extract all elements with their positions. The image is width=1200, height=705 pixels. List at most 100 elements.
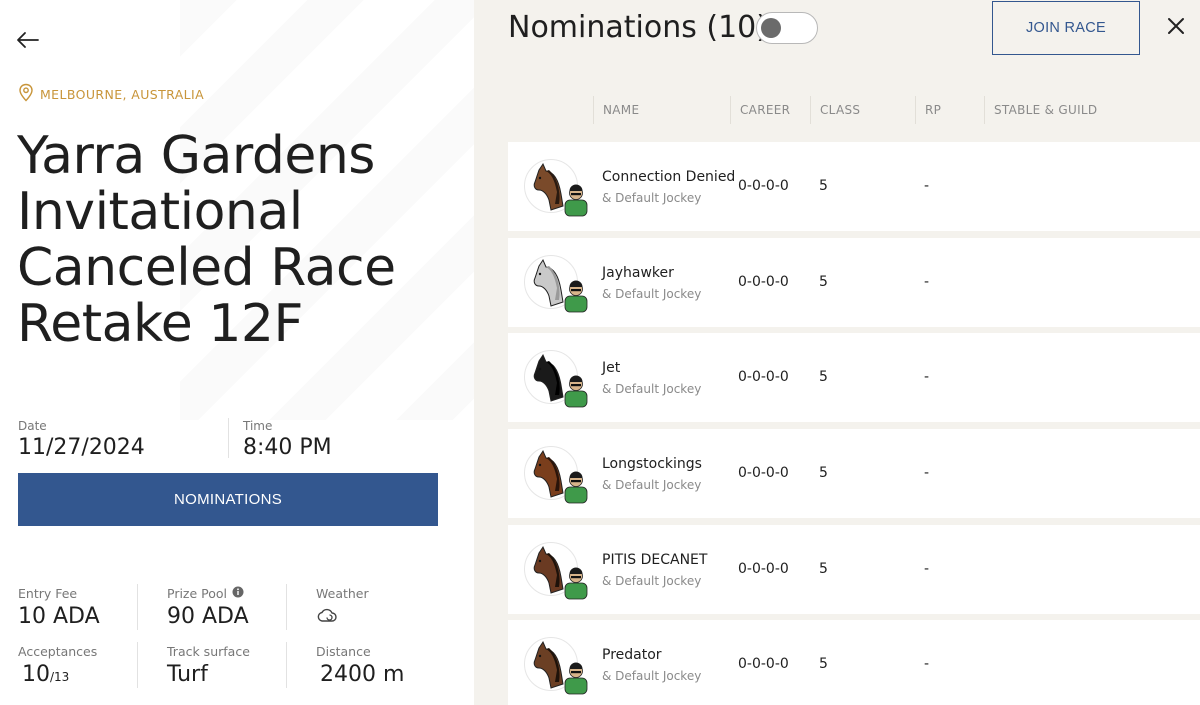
jockey-icon: [564, 471, 588, 504]
acceptances-max: /13: [50, 670, 70, 684]
column-header-name: NAME: [603, 103, 640, 117]
divider: [286, 584, 287, 630]
nomination-row[interactable]: Jayhawker & Default Jockey 0-0-0-0 5 -: [508, 238, 1200, 327]
jockey-icon: [564, 375, 588, 408]
entry-fee-value: 10 ADA: [18, 604, 100, 629]
horse-name[interactable]: Predator: [602, 647, 662, 663]
race-title: Yarra Gardens Invitational Canceled Race…: [17, 126, 396, 354]
toggle-knob: [761, 18, 781, 38]
career-record: 0-0-0-0: [738, 656, 789, 672]
horse-name[interactable]: Longstockings: [602, 456, 702, 472]
horse-class: 5: [819, 656, 828, 672]
back-arrow-icon[interactable]: [14, 28, 42, 52]
horse-class: 5: [819, 274, 828, 290]
distance-value: 2400 m: [320, 662, 405, 687]
join-race-button[interactable]: JOIN RACE: [992, 1, 1140, 55]
jockey-icon: [564, 280, 588, 313]
horse-avatar: [524, 637, 588, 695]
rating-points: -: [924, 465, 930, 481]
distance-label: Distance: [316, 644, 371, 659]
horse-name[interactable]: Connection Denied: [602, 169, 735, 185]
rating-points: -: [924, 369, 930, 385]
date-label: Date: [18, 419, 47, 433]
close-icon[interactable]: [1164, 14, 1188, 38]
weather-label: Weather: [316, 586, 369, 601]
career-record: 0-0-0-0: [738, 369, 789, 385]
jockey-name: & Default Jockey: [602, 287, 702, 301]
horse-avatar: [524, 350, 588, 408]
horse-class: 5: [819, 561, 828, 577]
rating-points: -: [924, 178, 930, 194]
jockey-icon: [564, 567, 588, 600]
location-text: MELBOURNE, AUSTRALIA: [40, 87, 205, 102]
horse-name[interactable]: PITIS DECANET: [602, 552, 707, 568]
race-location: MELBOURNE, AUSTRALIA: [18, 83, 204, 106]
horse-class: 5: [819, 369, 828, 385]
column-divider: [730, 96, 731, 124]
race-details-panel: MELBOURNE, AUSTRALIA Yarra Gardens Invit…: [0, 0, 474, 705]
cloud-icon: [316, 606, 338, 628]
divider: [286, 642, 287, 688]
column-header-rp: RP: [925, 103, 942, 117]
jockey-icon: [564, 662, 588, 695]
column-header-stable-guild: STABLE & GUILD: [994, 103, 1098, 117]
jockey-name: & Default Jockey: [602, 669, 702, 683]
nomination-row[interactable]: Longstockings & Default Jockey 0-0-0-0 5 -: [508, 429, 1200, 518]
time-label: Time: [243, 419, 273, 433]
prize-pool-label: Prize Pool: [167, 586, 244, 601]
career-record: 0-0-0-0: [738, 465, 789, 481]
column-divider: [984, 96, 985, 124]
nominations-button[interactable]: NOMINATIONS: [18, 473, 438, 526]
date-value: 11/27/2024: [18, 435, 145, 460]
nominations-title: Nominations (10): [508, 10, 768, 45]
career-record: 0-0-0-0: [738, 178, 789, 194]
career-record: 0-0-0-0: [738, 561, 789, 577]
divider: [137, 584, 138, 630]
jockey-name: & Default Jockey: [602, 191, 702, 205]
horse-name[interactable]: Jet: [602, 360, 620, 376]
divider: [137, 642, 138, 688]
horse-name[interactable]: Jayhawker: [602, 265, 674, 281]
column-divider: [593, 96, 594, 124]
column-divider: [915, 96, 916, 124]
track-surface-value: Turf: [167, 662, 208, 687]
horse-avatar: [524, 255, 588, 313]
horse-class: 5: [819, 178, 828, 194]
jockey-name: & Default Jockey: [602, 478, 702, 492]
horse-class: 5: [819, 465, 828, 481]
rating-points: -: [924, 274, 930, 290]
column-header-class: CLASS: [820, 103, 861, 117]
location-pin-icon: [18, 83, 34, 106]
rating-points: -: [924, 561, 930, 577]
entry-fee-label: Entry Fee: [18, 586, 78, 601]
nominations-panel: Nominations (10) JOIN RACE NAME CAREER C…: [474, 0, 1200, 705]
horse-head-icon: [533, 449, 564, 498]
info-icon[interactable]: [232, 586, 244, 601]
horse-avatar: [524, 446, 588, 504]
jockey-icon: [564, 184, 588, 217]
horse-avatar: [524, 159, 588, 217]
jockey-name: & Default Jockey: [602, 382, 702, 396]
acceptances-label: Acceptances: [18, 644, 98, 659]
horse-head-icon: [533, 353, 564, 402]
column-divider: [810, 96, 811, 124]
horse-head-icon: [533, 640, 564, 689]
horse-avatar: [524, 542, 588, 600]
jockey-name: & Default Jockey: [602, 574, 702, 588]
nomination-row[interactable]: Connection Denied & Default Jockey 0-0-0-0…: [508, 142, 1200, 231]
horse-head-icon: [533, 545, 564, 594]
horse-head-icon: [533, 162, 564, 211]
career-record: 0-0-0-0: [738, 274, 789, 290]
nomination-row[interactable]: Jet & Default Jockey 0-0-0-0 5 -: [508, 333, 1200, 422]
horse-head-icon: [533, 258, 564, 307]
track-surface-label: Track surface: [167, 644, 250, 659]
rating-points: -: [924, 656, 930, 672]
nomination-row[interactable]: Predator & Default Jockey 0-0-0-0 5 -: [508, 620, 1200, 705]
column-header-career: CAREER: [740, 103, 791, 117]
prize-pool-value: 90 ADA: [167, 604, 249, 629]
divider: [228, 418, 229, 458]
nominations-toggle[interactable]: [756, 12, 818, 44]
time-value: 8:40 PM: [243, 435, 332, 460]
acceptances-value: 10/13: [22, 662, 70, 687]
nomination-row[interactable]: PITIS DECANET & Default Jockey 0-0-0-0 5 -: [508, 525, 1200, 614]
